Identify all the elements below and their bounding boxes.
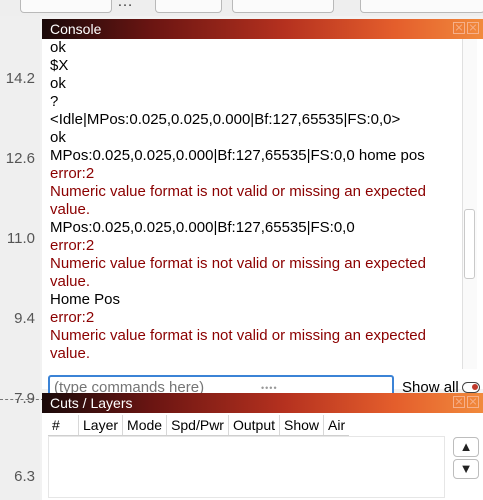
toolbar-tab[interactable]	[360, 0, 483, 13]
float-icon[interactable]	[453, 396, 465, 408]
column-header-output[interactable]: Output	[229, 415, 281, 435]
move-down-button[interactable]: ▼	[453, 459, 479, 479]
ruler-tick: 6.3	[14, 468, 35, 485]
column-header-show[interactable]: Show	[280, 415, 325, 435]
console-line: ok	[50, 39, 66, 56]
console-line: <Idle|MPos:0.025,0.025,0.000|Bf:127,6553…	[50, 111, 401, 128]
ruler-tick: 11.0	[6, 230, 35, 247]
console-line: MPos:0.025,0.025,0.000|Bf:127,65535|FS:0…	[50, 147, 425, 164]
column-header-spd-pwr[interactable]: Spd/Pwr	[167, 415, 229, 435]
show-all-toggle[interactable]	[462, 382, 480, 393]
console-scrollbar[interactable]	[462, 39, 477, 369]
float-icon[interactable]	[453, 22, 465, 34]
ruler-tick: 14.2	[5, 70, 35, 87]
console-line: ?	[50, 93, 59, 110]
console-title-bar: Console	[42, 19, 483, 39]
close-icon[interactable]	[467, 22, 479, 34]
console-line: $X	[50, 57, 69, 74]
arrow-up-icon: ▲	[459, 439, 473, 454]
toolbar-tab[interactable]	[20, 0, 112, 13]
column-header-layer[interactable]: Layer	[79, 415, 124, 435]
console-error-line: Numeric value format is not valid or mis…	[50, 327, 426, 344]
cuts-table-body[interactable]	[48, 436, 445, 498]
cuts-title-bar: Cuts / Layers	[42, 393, 483, 413]
ruler-tick: 12.6	[5, 150, 35, 167]
console-error-line: value.	[50, 273, 91, 290]
cuts-layers-panel: Cuts / Layers # Layer Mode Spd/Pwr Outpu…	[42, 393, 483, 500]
console-line: ok	[50, 75, 66, 92]
ruler-tick: 7.9	[14, 390, 35, 407]
console-line: Home Pos	[50, 291, 121, 308]
console-error-line: error:2	[50, 165, 95, 182]
toolbar-tab[interactable]	[155, 0, 222, 13]
console-error-line: value.	[50, 345, 91, 362]
console-panel: Console ok $X ok? <Idle|MPos:0.025,0.025,0.…	[42, 19, 483, 399]
console-error-line: Numeric value format is not valid or mis…	[50, 255, 426, 272]
console-error-line: value.	[50, 201, 91, 218]
cuts-title: Cuts / Layers	[50, 395, 133, 411]
move-up-button[interactable]: ▲	[453, 437, 479, 457]
console-error-line: error:2	[50, 237, 95, 254]
vertical-ruler: 14.2 12.6 11.0 9.4 7.9 6.3	[0, 16, 44, 500]
arrow-down-icon: ▼	[459, 461, 473, 476]
console-line: MPos:0.025,0.025,0.000|Bf:127,65535|FS:0…	[50, 219, 355, 236]
console-output: ok $X ok? <Idle|MPos:0.025,0.025,0.000|Bf:1…	[42, 39, 462, 369]
cuts-table-header: # Layer Mode Spd/Pwr Output Show Air	[48, 415, 350, 436]
column-header-air[interactable]: Air	[324, 415, 349, 435]
console-error-line: error:2	[50, 309, 95, 326]
column-header-mode[interactable]: Mode	[123, 415, 168, 435]
console-scrollbar-thumb[interactable]	[464, 209, 475, 279]
ruler-tick: 9.4	[14, 310, 35, 327]
console-error-line: Numeric value format is not valid or mis…	[50, 183, 426, 200]
console-window-controls	[453, 22, 479, 34]
close-icon[interactable]	[467, 396, 479, 408]
column-header-number[interactable]: #	[48, 415, 79, 435]
toolbar-glyph: …	[117, 0, 133, 10]
top-toolbar-strip: …	[0, 0, 483, 16]
console-title: Console	[50, 21, 102, 37]
panel-splitter-grip[interactable]: ••••	[261, 383, 278, 393]
toggle-knob	[472, 384, 478, 390]
toolbar-tab[interactable]	[232, 0, 334, 13]
console-line: ok	[50, 129, 66, 146]
cuts-window-controls	[453, 396, 479, 408]
